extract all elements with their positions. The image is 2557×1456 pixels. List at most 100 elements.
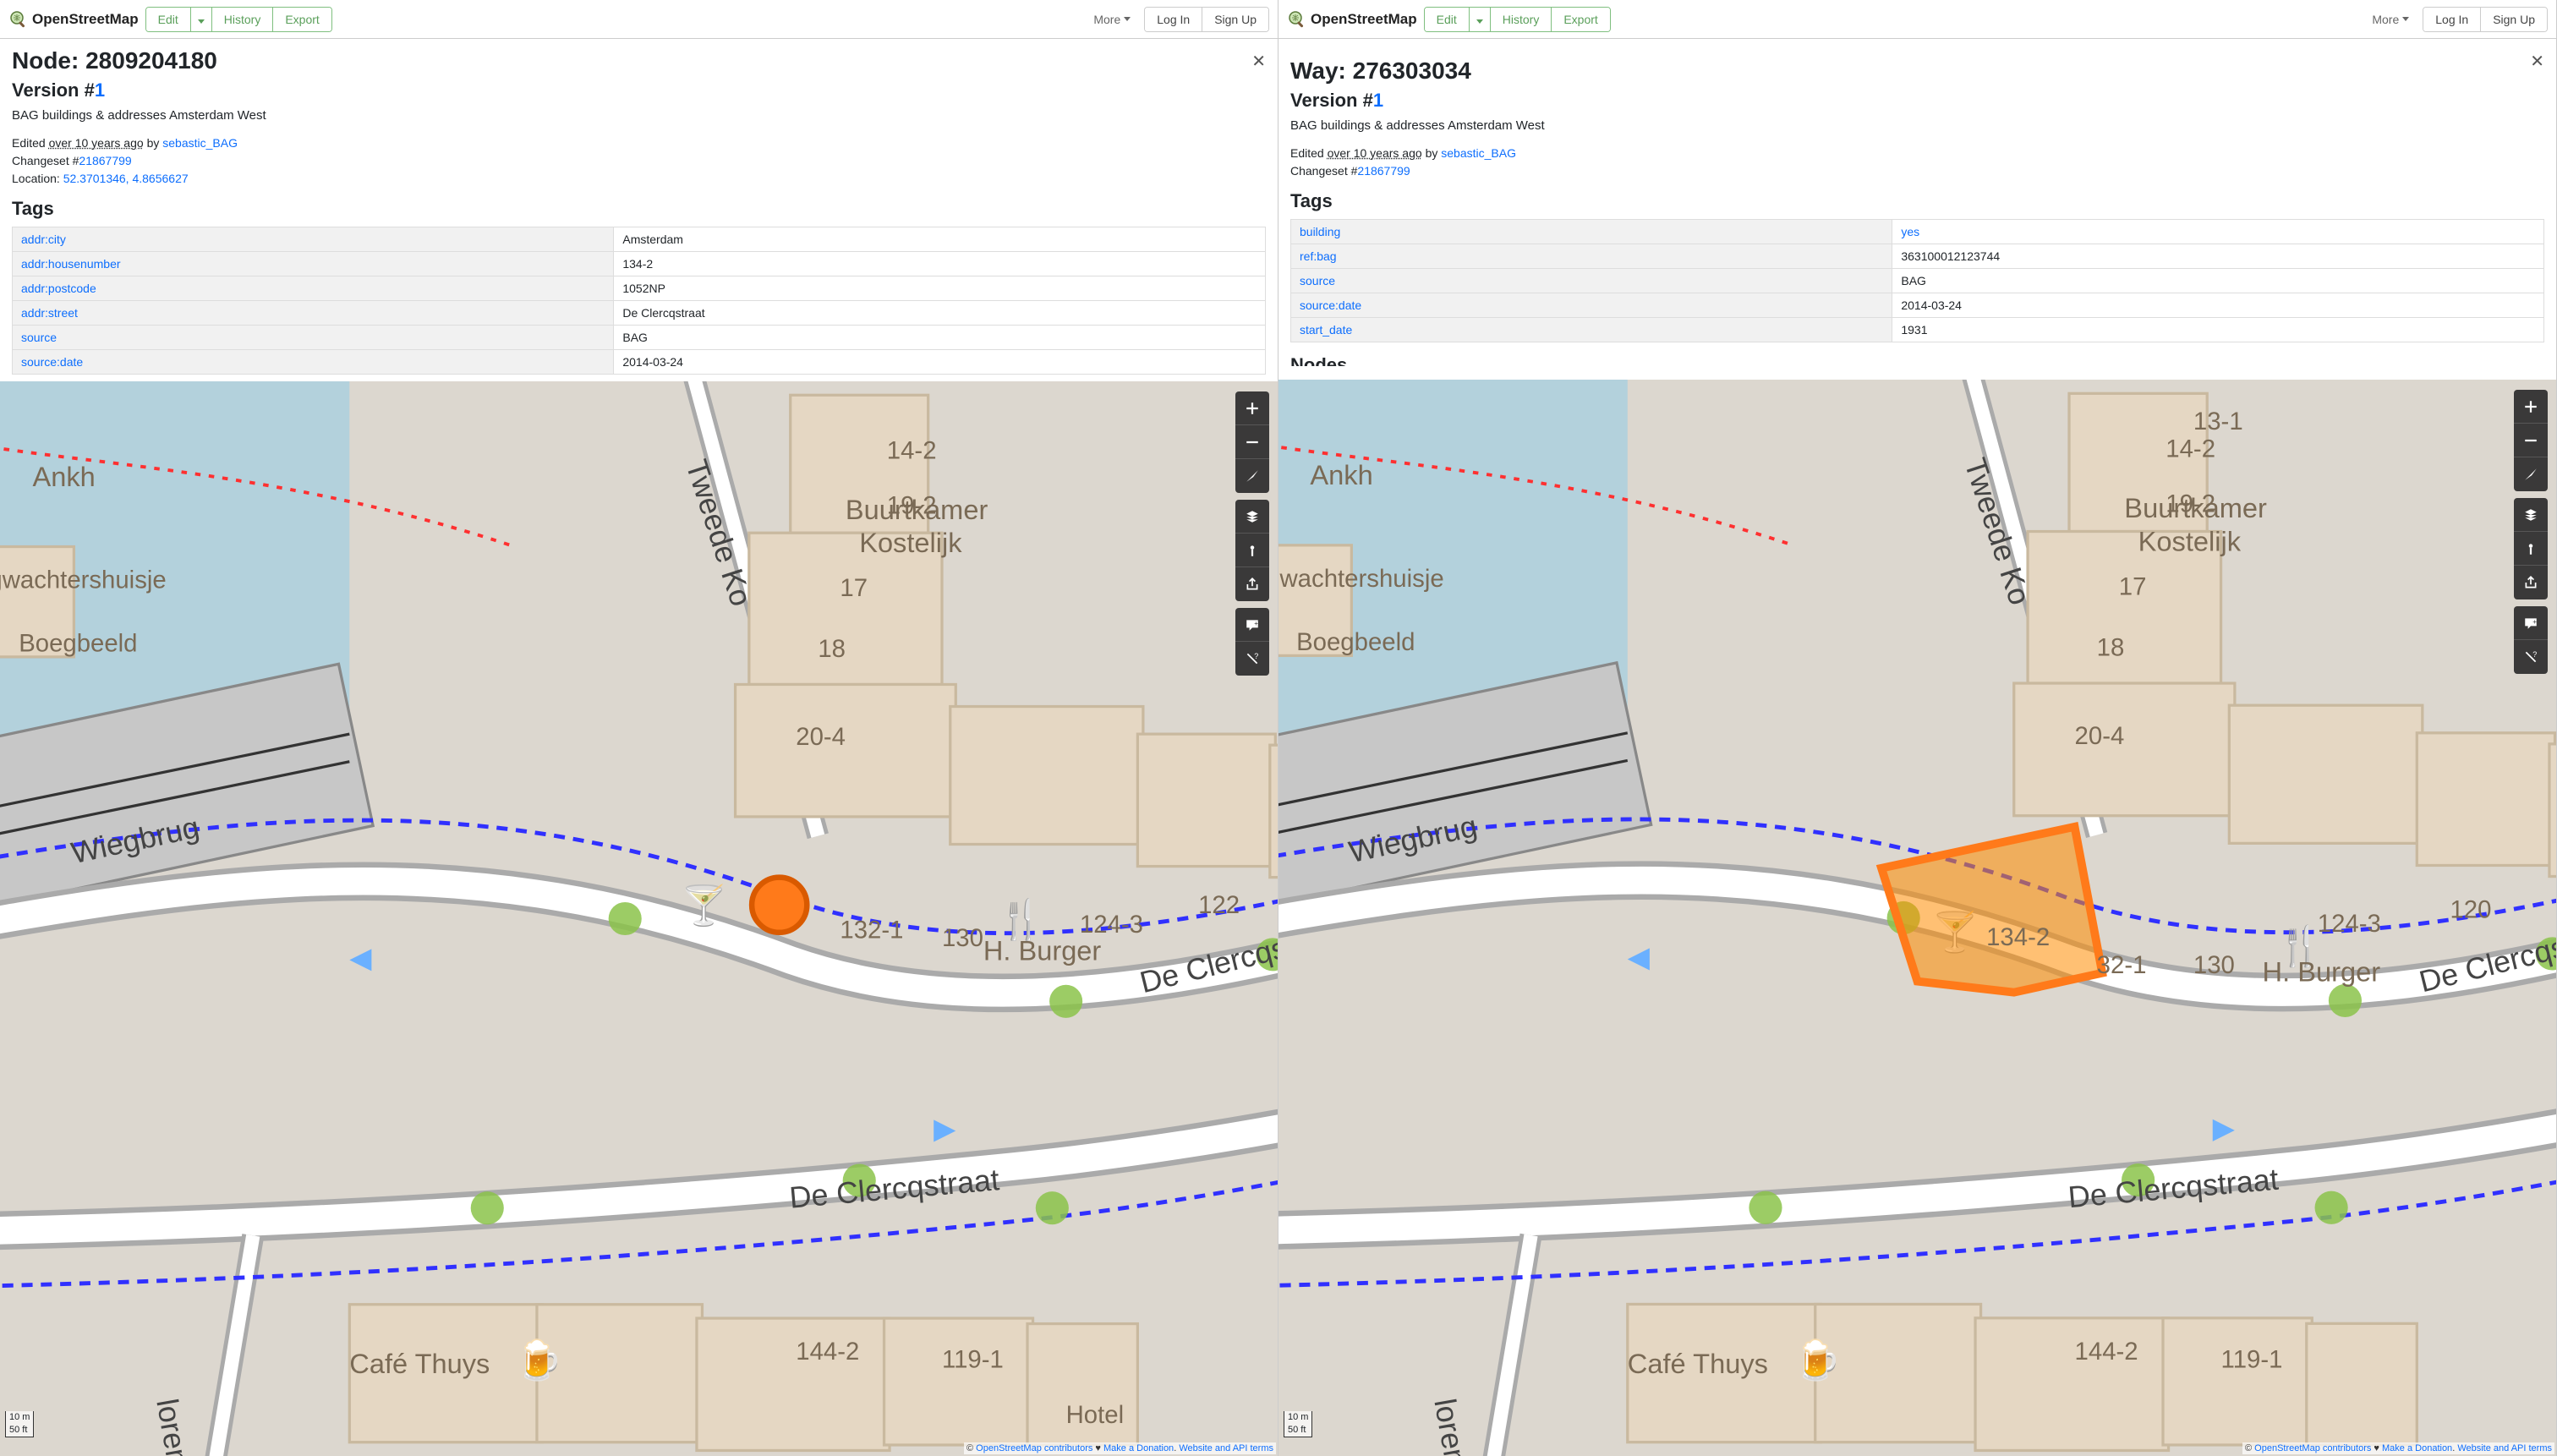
tag-key-link[interactable]: source [1300,274,1335,287]
tag-key-link[interactable]: addr:postcode [21,282,96,295]
login-button[interactable]: Log In [1145,8,1202,31]
user-link[interactable]: sebastic_BAG [1441,146,1516,160]
svg-text:119-1: 119-1 [2221,1346,2283,1374]
chevron-down-icon [2402,17,2409,21]
version-link[interactable]: 1 [95,79,105,101]
layers-button[interactable] [2514,498,2548,532]
changeset-comment: BAG buildings & addresses Amsterdam West [1290,118,2544,133]
query-button[interactable]: ? [1235,642,1269,676]
edited-timestamp[interactable]: over 10 years ago [49,136,144,150]
edit-button[interactable]: Edit [146,8,191,31]
close-icon[interactable]: ✕ [1251,51,1266,72]
version-link[interactable]: 1 [1373,90,1383,111]
share-button[interactable] [1235,567,1269,601]
history-button[interactable]: History [212,8,274,31]
tag-row: source:date2014-03-24 [13,350,1266,375]
tag-row: ref:bag363100012123744 [1291,244,2544,269]
layers-button[interactable] [1235,500,1269,534]
tag-key-link[interactable]: addr:city [21,233,66,246]
svg-text:132-1: 132-1 [840,916,903,944]
signup-button[interactable]: Sign Up [1202,8,1268,31]
edit-button[interactable]: Edit [1425,8,1470,31]
locate-button[interactable] [1235,459,1269,493]
version-heading: Version #1 [1290,90,2544,112]
highlighted-node-marker [752,878,807,933]
tag-value: Amsterdam [614,227,1266,252]
tag-key-link[interactable]: addr:street [21,306,78,320]
query-button[interactable]: ? [2514,640,2548,674]
tag-row: addr:postcode1052NP [13,276,1266,301]
history-button[interactable]: History [1491,8,1552,31]
key-button[interactable] [2514,532,2548,566]
osm-logo[interactable]: OpenStreetMap [1287,9,1417,30]
primary-nav: Edit History Export [1424,7,1611,32]
zoom-in-button[interactable] [2514,390,2548,424]
tag-key-link[interactable]: source:date [1300,298,1361,312]
location-link[interactable]: 52.3701346, 4.8656627 [63,172,189,185]
note-button[interactable]: + [1235,608,1269,642]
changeset-link[interactable]: 21867799 [1357,164,1410,178]
nodes-heading: Nodes [1290,354,2544,366]
more-dropdown[interactable]: More [2365,8,2416,31]
map-canvas[interactable]: 🍸 🍴 🍺 ❀ 134-2 Wiegbrug De Clercqstraat D… [1278,380,2556,1456]
more-dropdown[interactable]: More [1087,8,1137,31]
terms-link[interactable]: Website and API terms [2457,1443,2552,1453]
export-button[interactable]: Export [273,8,331,31]
edit-dropdown[interactable] [1470,8,1491,31]
share-button[interactable] [2514,566,2548,599]
metadata: Edited over 10 years ago by sebastic_BAG… [12,134,1266,188]
note-button[interactable]: + [2514,606,2548,640]
scale-imperial: 50 ft [1284,1424,1312,1437]
terms-link[interactable]: Website and API terms [1179,1443,1273,1453]
osm-logo[interactable]: OpenStreetMap [8,9,139,30]
tag-key-link[interactable]: source [21,331,57,344]
scale-metric: 10 m [5,1411,34,1424]
tag-row: start_date 1931 [1291,318,2544,342]
svg-text:130: 130 [2193,951,2235,979]
svg-text:?: ? [2532,650,2537,659]
map-controls: + ? [2514,390,2548,674]
map-canvas[interactable]: 🍸 🍴 🍺 ❀ Wiegbrug De Clercqstraat De Cler… [0,381,1278,1456]
tag-key-link[interactable]: addr:housenumber [21,257,121,271]
contrib-link[interactable]: OpenStreetMap contributors [2254,1443,2371,1453]
svg-text:19-2: 19-2 [887,491,937,519]
scale-imperial: 50 ft [5,1424,34,1437]
edit-dropdown[interactable] [191,8,212,31]
auth-nav: Log In Sign Up [1144,7,1269,32]
zoom-out-button[interactable] [1235,425,1269,459]
svg-text:18: 18 [818,635,846,663]
contrib-link[interactable]: OpenStreetMap contributors [976,1443,1092,1453]
close-icon[interactable]: ✕ [2530,51,2544,72]
svg-text:32-1: 32-1 [2097,951,2147,979]
tag-value: 1931 [1892,318,2544,342]
zoom-out-button[interactable] [2514,424,2548,457]
tag-key-link[interactable]: start_date [1300,323,1352,337]
svg-text:lorenkade: lorenkade [1427,1396,1484,1456]
zoom-in-button[interactable] [1235,391,1269,425]
tag-value: 134-2 [614,252,1266,276]
tag-key-link[interactable]: ref:bag [1300,249,1337,263]
login-button[interactable]: Log In [2423,8,2481,31]
tag-value: BAG [1892,269,2544,293]
edited-timestamp[interactable]: over 10 years ago [1328,146,1422,160]
left-panel: OpenStreetMap Edit History Export More L… [0,0,1278,1456]
tag-value-link[interactable]: yes [1901,225,1919,238]
signup-button[interactable]: Sign Up [2481,8,2547,31]
scale-control: 10 m 50 ft [5,1411,34,1437]
key-button[interactable] [1235,534,1269,567]
changeset-comment: BAG buildings & addresses Amsterdam West [12,108,1266,123]
donate-link[interactable]: Make a Donation [2382,1443,2452,1453]
magnifier-globe-icon [1287,9,1307,30]
export-button[interactable]: Export [1552,8,1609,31]
tag-key-link[interactable]: source:date [21,355,83,369]
tag-key-link[interactable]: building [1300,225,1340,238]
changeset-link[interactable]: 21867799 [79,154,131,167]
donate-link[interactable]: Make a Donation [1103,1443,1174,1453]
locate-button[interactable] [2514,457,2548,491]
user-link[interactable]: sebastic_BAG [162,136,238,150]
site-title: OpenStreetMap [32,11,139,28]
auth-nav: Log In Sign Up [2423,7,2548,32]
chevron-down-icon [1476,19,1483,24]
tag-row: addr:housenumber 134-2 [13,252,1266,276]
tag-value: 2014-03-24 [1892,293,2544,318]
